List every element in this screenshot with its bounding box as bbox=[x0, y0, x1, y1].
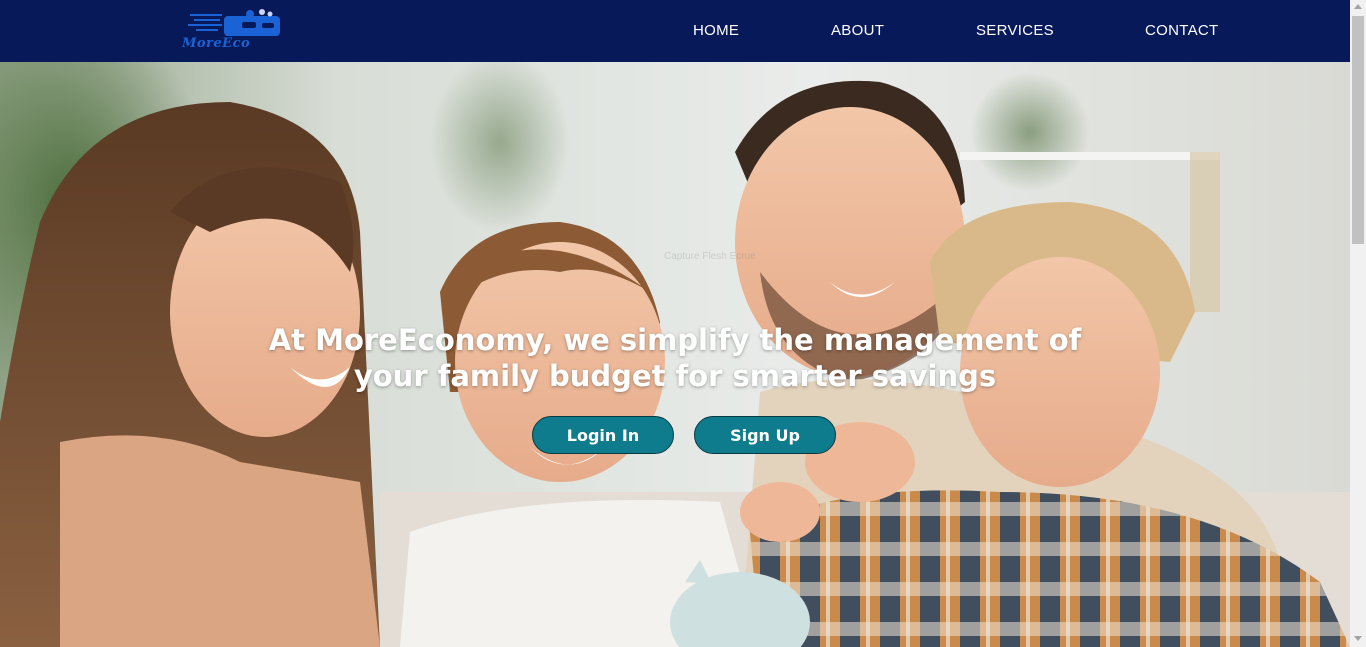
logo-text: MoreEco bbox=[182, 36, 251, 51]
brand-logo[interactable]: MoreEco bbox=[182, 8, 284, 52]
scroll-down-icon[interactable] bbox=[1354, 636, 1362, 641]
hero-section: Capture Flesh Ecrue At MoreEconomy, we s… bbox=[0, 62, 1350, 647]
image-caption: Capture Flesh Ecrue bbox=[664, 251, 756, 262]
signup-button[interactable]: Sign Up bbox=[694, 416, 836, 454]
nav-home[interactable]: HOME bbox=[693, 22, 739, 39]
nav-about[interactable]: ABOUT bbox=[831, 22, 884, 39]
navbar: MoreEco HOME ABOUT SERVICES CONTACT bbox=[0, 0, 1350, 62]
page: MoreEco HOME ABOUT SERVICES CONTACT Capt… bbox=[0, 0, 1366, 647]
scroll-up-icon[interactable] bbox=[1354, 4, 1362, 9]
vertical-scrollbar[interactable] bbox=[1350, 0, 1366, 647]
nav-services[interactable]: SERVICES bbox=[976, 22, 1054, 39]
nav-contact[interactable]: CONTACT bbox=[1145, 22, 1218, 39]
piggy-bank-icon bbox=[188, 9, 280, 36]
hero-headline: At MoreEconomy, we simplify the manageme… bbox=[268, 323, 1082, 393]
scroll-thumb[interactable] bbox=[1352, 16, 1364, 244]
login-button[interactable]: Login In bbox=[532, 416, 674, 454]
